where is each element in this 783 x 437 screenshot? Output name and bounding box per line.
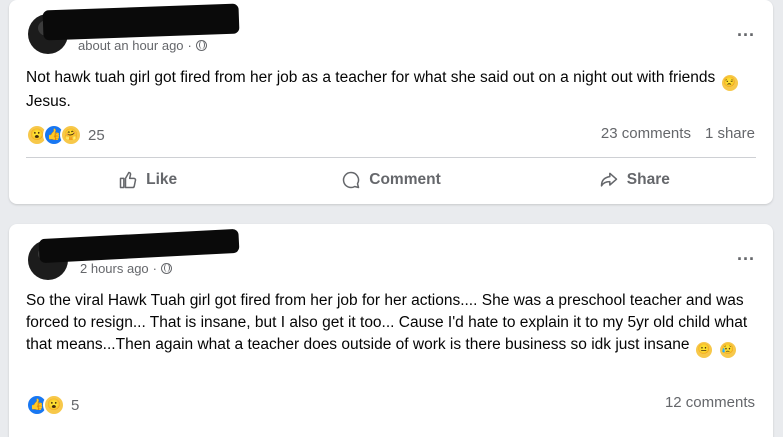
globe-icon xyxy=(161,263,173,274)
redacted-author-name xyxy=(42,3,240,41)
comments-count[interactable]: 12 comments xyxy=(665,394,755,411)
comment-icon xyxy=(343,171,360,189)
post-actions: Like Comment Share xyxy=(26,162,756,198)
post-stats: 23 comments 1 share xyxy=(601,125,755,142)
comments-count[interactable]: 23 comments xyxy=(601,125,691,142)
post-text: So the viral Hawk Tuah girl got fired fr… xyxy=(26,290,755,358)
reaction-count: 5 xyxy=(71,396,80,414)
reaction-count: 25 xyxy=(88,126,105,144)
reaction-summary[interactable]: 😮 👍 🤗 25 xyxy=(26,124,105,146)
post-card: about an hour ago · ... Not hawk tuah gi… xyxy=(9,0,773,204)
sweat-emoji-icon: 😥 xyxy=(720,342,737,358)
reaction-summary[interactable]: 👍 😮 5 xyxy=(26,394,79,416)
like-button[interactable]: Like xyxy=(26,162,269,198)
post-card: 2 hours ago · ... So the viral Hawk Tuah… xyxy=(9,224,773,437)
comment-button[interactable]: Comment xyxy=(269,162,512,198)
post-meta: 2 hours ago · xyxy=(80,261,173,276)
more-options-icon[interactable]: ... xyxy=(737,244,755,265)
unamused-emoji-icon: 😒 xyxy=(721,75,738,91)
more-options-icon[interactable]: ... xyxy=(737,20,755,41)
shares-count[interactable]: 1 share xyxy=(705,125,755,142)
share-button[interactable]: Share xyxy=(513,162,756,198)
post-stats: 12 comments xyxy=(665,394,755,411)
globe-icon xyxy=(195,40,207,51)
wow-reaction-icon: 😮 xyxy=(43,394,65,416)
post-timestamp[interactable]: 2 hours ago xyxy=(80,261,149,276)
care-reaction-icon: 🤗 xyxy=(60,124,82,146)
post-text: Not hawk tuah girl got fired from her jo… xyxy=(26,69,738,110)
thumbs-up-icon xyxy=(119,171,137,189)
share-arrow-icon xyxy=(600,172,618,187)
post-meta: about an hour ago · xyxy=(78,38,207,53)
neutral-face-emoji-icon: 😐 xyxy=(695,342,712,358)
redacted-author-name xyxy=(38,228,240,264)
post-timestamp[interactable]: about an hour ago xyxy=(78,38,184,53)
divider xyxy=(26,157,756,158)
